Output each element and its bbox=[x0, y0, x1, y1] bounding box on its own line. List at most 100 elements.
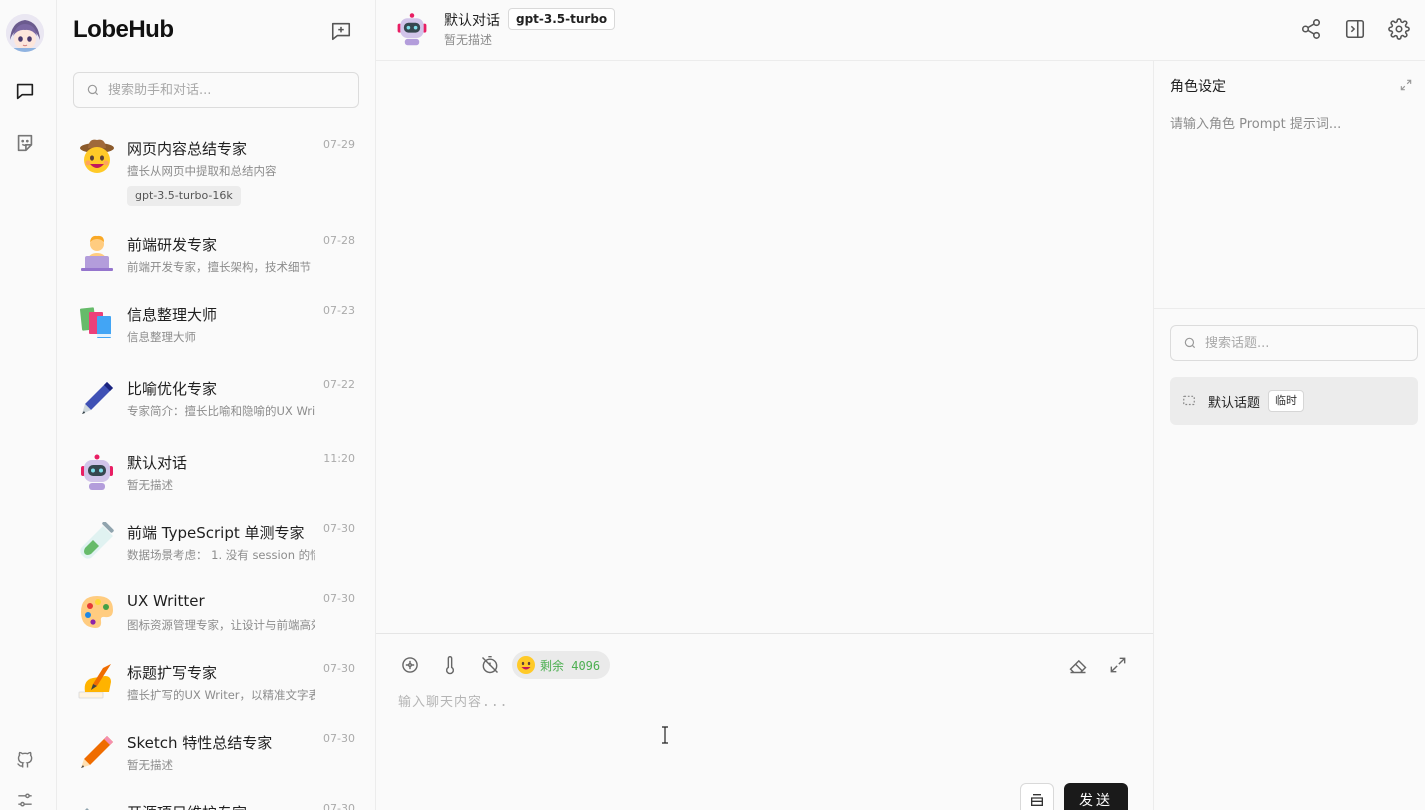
list-item[interactable]: UX Writter 图标资源管理专家，让设计与前端高效协作 07-30 bbox=[57, 582, 375, 652]
brain-icon bbox=[402, 657, 418, 673]
github-button[interactable] bbox=[12, 747, 38, 773]
session-date: 07-28 bbox=[323, 234, 355, 247]
dashed-message-icon bbox=[1183, 395, 1195, 406]
session-title: 信息整理大师 bbox=[127, 306, 218, 324]
smiley-face-icon bbox=[517, 656, 535, 674]
settings-button[interactable] bbox=[1386, 16, 1412, 42]
search-icon bbox=[87, 84, 99, 96]
send-button[interactable]: 发送 bbox=[1064, 783, 1128, 810]
palette-icon bbox=[77, 592, 117, 632]
pencil-icon bbox=[77, 732, 117, 772]
list-item[interactable]: 标题扩写专家 擅长扩写的UX Writer，以精准文字表达 07-30 bbox=[57, 652, 375, 722]
side-panel: 角色设定 默认话题 临时 bbox=[1153, 61, 1425, 810]
session-title: 前端研发专家 bbox=[127, 236, 218, 254]
session-date: 11:20 bbox=[323, 452, 355, 465]
session-title: 比喻优化专家 bbox=[127, 380, 218, 398]
session-title: 网页内容总结专家 bbox=[127, 140, 248, 158]
chat-nav-button[interactable] bbox=[12, 78, 38, 104]
expand-editor-button[interactable] bbox=[1107, 654, 1129, 676]
maximize-icon bbox=[1400, 79, 1412, 91]
command-icon bbox=[1031, 794, 1043, 806]
session-desc: 暂无描述 bbox=[127, 758, 173, 772]
list-item[interactable]: 前端 TypeScript 单测专家 数据场景考虑： 1. 没有 session… bbox=[57, 512, 375, 582]
clear-button[interactable] bbox=[1067, 654, 1089, 676]
model-badge[interactable]: gpt-3.5-turbo bbox=[508, 8, 616, 30]
session-date: 07-30 bbox=[323, 802, 355, 810]
session-search[interactable] bbox=[73, 72, 359, 108]
role-prompt-input[interactable] bbox=[1170, 113, 1410, 293]
session-title: 默认对话 bbox=[127, 454, 188, 472]
toggle-panel-button[interactable] bbox=[1342, 16, 1368, 42]
topic-label: 默认话题 bbox=[1208, 395, 1261, 411]
model-tag: gpt-3.5-turbo-16k bbox=[127, 186, 241, 206]
token-counter[interactable]: 剩余 4096 bbox=[512, 651, 611, 679]
share-icon bbox=[1301, 19, 1321, 39]
market-nav-button[interactable] bbox=[12, 130, 38, 156]
message-plus-icon bbox=[331, 22, 351, 41]
sticker-icon bbox=[17, 134, 33, 152]
chat-header: 默认对话 gpt-3.5-turbo 暂无描述 bbox=[376, 0, 1425, 61]
session-date: 07-30 bbox=[323, 592, 355, 605]
topic-search-input[interactable] bbox=[1205, 335, 1405, 351]
session-panel: LobeHub 搜索助手和对话... 网页内容总结专家 擅长从网页中提取和总结内… bbox=[57, 0, 376, 810]
session-date: 07-30 bbox=[323, 732, 355, 745]
books-icon bbox=[77, 302, 117, 342]
expand-icon bbox=[1110, 657, 1126, 673]
chat-bubble-icon bbox=[16, 83, 34, 100]
topic-item[interactable]: 默认话题 临时 bbox=[1170, 377, 1418, 425]
session-date: 07-22 bbox=[323, 378, 355, 391]
history-limit-button[interactable] bbox=[479, 654, 501, 676]
technologist-icon bbox=[77, 232, 117, 272]
chat-composer: 剩余 4096 发送 bbox=[376, 633, 1153, 810]
list-item[interactable]: 默认对话 暂无描述 11:20 bbox=[57, 442, 375, 512]
panel-right-icon bbox=[1345, 19, 1365, 39]
session-search-input[interactable] bbox=[108, 82, 348, 98]
session-list: 网页内容总结专家 擅长从网页中提取和总结内容 07-29 gpt-3.5-tur… bbox=[57, 126, 375, 810]
session-date: 07-23 bbox=[323, 304, 355, 317]
divider bbox=[1154, 308, 1425, 309]
anime-avatar-icon bbox=[6, 14, 44, 52]
session-desc: 信息整理大师 bbox=[127, 330, 196, 344]
thermometer-icon bbox=[446, 656, 454, 675]
session-date: 07-29 bbox=[323, 138, 355, 151]
user-avatar[interactable] bbox=[6, 14, 44, 52]
text-cursor-icon bbox=[662, 726, 668, 744]
cowboy-face-icon bbox=[77, 136, 117, 176]
chat-title: 默认对话 bbox=[444, 13, 500, 29]
chat-input[interactable] bbox=[398, 691, 1138, 771]
brand-logo: LobeHub bbox=[73, 16, 174, 43]
share-button[interactable] bbox=[1298, 16, 1324, 42]
session-date: 07-30 bbox=[323, 522, 355, 535]
session-desc: 数据场景考虑： 1. 没有 session 的情况 bbox=[127, 548, 315, 562]
github-icon bbox=[17, 751, 33, 768]
token-label: 剩余 4096 bbox=[540, 658, 601, 673]
timer-off-icon bbox=[481, 655, 499, 674]
pen-icon bbox=[77, 378, 117, 418]
list-item[interactable]: 比喻优化专家 专家简介：擅长比喻和隐喻的UX Writer 07-22 bbox=[57, 368, 375, 442]
wrench-icon bbox=[77, 802, 117, 810]
session-desc: 专家简介：擅长比喻和隐喻的UX Writer bbox=[127, 404, 315, 418]
send-options-button[interactable] bbox=[1020, 783, 1054, 810]
temperature-button[interactable] bbox=[439, 654, 461, 676]
session-title: UX Writter bbox=[127, 592, 205, 610]
gear-icon bbox=[1388, 18, 1410, 40]
list-item[interactable]: 开源项目维护专家 07-30 bbox=[57, 792, 375, 810]
session-desc: 擅长扩写的UX Writer，以精准文字表达 bbox=[127, 688, 315, 702]
search-icon bbox=[1184, 337, 1196, 349]
list-item[interactable]: Sketch 特性总结专家 暂无描述 07-30 bbox=[57, 722, 375, 792]
list-item[interactable]: 网页内容总结专家 擅长从网页中提取和总结内容 07-29 gpt-3.5-tur… bbox=[57, 126, 375, 222]
message-area bbox=[376, 61, 1153, 634]
test-tube-icon bbox=[77, 522, 117, 562]
settings-sliders-button[interactable] bbox=[12, 787, 38, 810]
new-chat-button[interactable] bbox=[329, 19, 353, 43]
session-title: 开源项目维护专家 bbox=[127, 802, 247, 810]
list-item[interactable]: 前端研发专家 前端开发专家，擅长架构，技术细节 07-28 bbox=[57, 222, 375, 294]
robot-icon bbox=[77, 452, 117, 492]
session-desc: 暂无描述 bbox=[127, 478, 173, 492]
role-expand-button[interactable] bbox=[1398, 77, 1414, 93]
list-item[interactable]: 信息整理大师 信息整理大师 07-23 bbox=[57, 294, 375, 368]
topic-search[interactable] bbox=[1170, 325, 1418, 361]
nav-rail bbox=[0, 0, 57, 810]
session-desc: 前端开发专家，擅长架构，技术细节 bbox=[127, 260, 311, 274]
model-settings-button[interactable] bbox=[399, 654, 421, 676]
